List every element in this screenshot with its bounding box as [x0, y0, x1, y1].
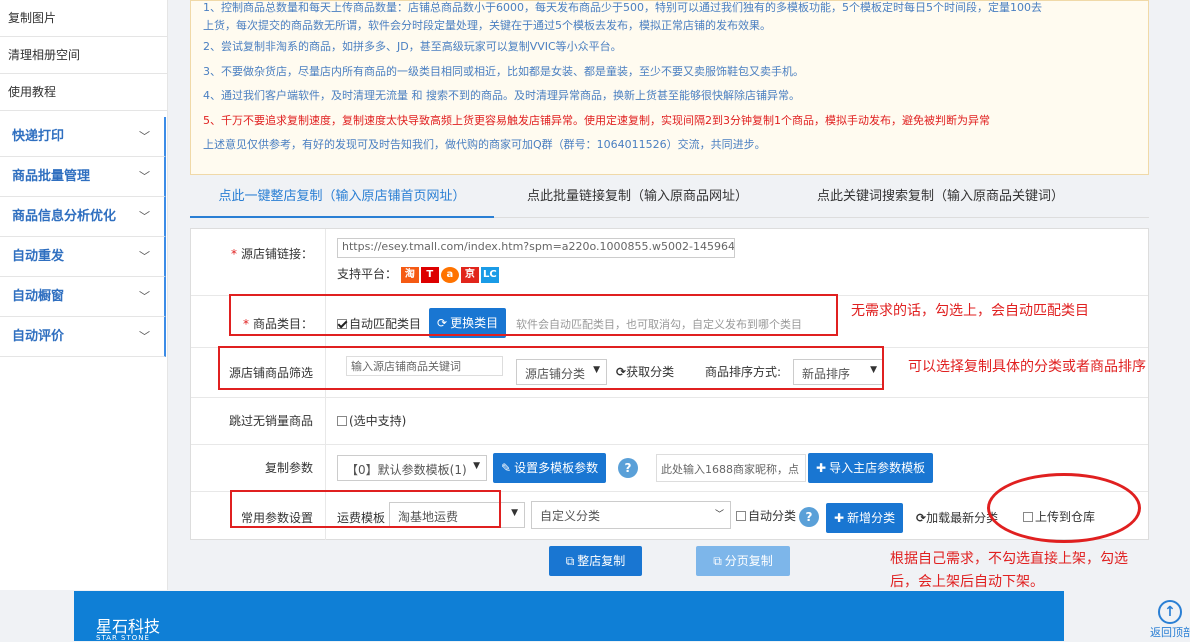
triangle-down-icon: ▼ [473, 461, 480, 471]
annotation-box-category [229, 294, 838, 336]
sidebar-item-tutorial[interactable]: 使用教程 [0, 74, 167, 111]
taobao-icon: 淘 [400, 266, 419, 283]
plus-icon: ✚ [834, 511, 845, 525]
annotation-text-warehouse-2: 后，会上架后自动下架。 [890, 574, 1044, 590]
notice-line: 2、尝试复制非淘系的商品，如拼多多、JD，甚至高级玩家可以复制VVIC等小众平台… [203, 40, 622, 53]
refresh-icon: ⟳ [916, 511, 927, 525]
notice-line: 3、不要做杂货店，尽量店内所有商品的一级类目相同或相近，比如都是女装、都是童装，… [203, 64, 804, 78]
page-copy-button[interactable]: ⧉ 分页复制 [696, 546, 790, 576]
checkbox-unchecked [736, 511, 746, 521]
add-category-button[interactable]: ✚ 新增分类 [826, 503, 904, 533]
sidebar-group-auto-repost[interactable]: 自动重发 ﹀ [0, 237, 166, 277]
alibaba-icon: a [440, 266, 459, 283]
skip-label: 跳过无销量商品 [191, 398, 326, 444]
sidebar-group-label: 自动橱窗 [12, 289, 65, 304]
auto-category-checkbox[interactable]: 自动分类 [736, 507, 796, 524]
store-link-row: * 源店铺链接： https://esey.tmall.com/index.htm… [191, 229, 1148, 296]
platforms-row: 支持平台： 淘 Ta 京 LC [337, 265, 501, 283]
copy-icon: ⧉ [565, 554, 575, 568]
triangle-down-icon: ▼ [511, 508, 518, 518]
store-link-label: * 源店铺链接： [191, 229, 326, 295]
notice-line: 上货，每次提交的商品数无所谓，软件会分时段定量处理，关键在于通过5个模板去发布，… [203, 19, 771, 32]
skip-checkbox[interactable]: (选中支持) [337, 412, 406, 429]
help-icon[interactable]: ? [799, 507, 819, 527]
notice-box: 1、控制商品总数量和每天上传商品数量：店铺总商品数小于6000，每天发布商品少于… [190, 0, 1149, 175]
tmall-icon: T [420, 266, 439, 283]
set-multi-template-button[interactable]: ✎ 设置多模板参数 [493, 453, 607, 483]
whole-store-copy-button[interactable]: ⧉ 整店复制 [549, 546, 642, 576]
tab-whole-store-copy[interactable]: 点此一键整店复制（输入原店铺首页网址） [190, 178, 494, 218]
sidebar-group-auto-review[interactable]: 自动评价 ﹀ [0, 317, 166, 357]
sidebar-item-copy-images[interactable]: 复制图片 [0, 0, 167, 37]
sidebar-group-info-optimize[interactable]: 商品信息分析优化 ﹀ [0, 197, 166, 237]
copy-icon: ⧉ [713, 554, 722, 568]
sidebar-item-clean-album[interactable]: 清理相册空间 [0, 37, 167, 74]
back-to-top-button[interactable]: ↑ 返回顶部 [1150, 598, 1190, 641]
store-link-input[interactable]: https://esey.tmall.com/index.htm?spm=a22… [337, 238, 735, 258]
custom-category-select[interactable]: 自定义分类 ﹀ [531, 501, 731, 529]
footer-bar: 星石科技 STAR STONE [74, 591, 1064, 642]
chevron-down-icon: ﹀ [714, 510, 724, 520]
chevron-down-icon: ﹀ [139, 290, 150, 303]
merchant-nickname-input[interactable]: 此处输入1688商家昵称，点 [656, 454, 806, 482]
sidebar-group-label: 商品信息分析优化 [12, 209, 117, 224]
sidebar-group-label: 快递打印 [12, 129, 65, 144]
plus-icon: ✚ [816, 461, 827, 475]
tab-keyword-search-copy[interactable]: 点此关键词搜索复制（输入原商品关键词） [817, 178, 1064, 218]
sidebar-group-auto-showcase[interactable]: 自动橱窗 ﹀ [0, 277, 166, 317]
copy-mode-tabs: 点此一键整店复制（输入原店铺首页网址） 点此批量链接复制（输入原商品网址） 点此… [190, 178, 1149, 218]
lc-icon: LC [480, 266, 499, 283]
annotation-ellipse-warehouse [987, 473, 1141, 543]
help-icon[interactable]: ? [618, 458, 638, 478]
import-template-button[interactable]: ✚ 导入主店参数模板 [808, 453, 934, 483]
annotation-text-category: 无需求的话，勾选上，会自动匹配类目 [851, 303, 1089, 319]
annotation-box-common [230, 490, 501, 528]
sidebar: 复制图片 清理相册空间 使用教程 快递打印 ﹀ 商品批量管理 ﹀ 商品信息分析优化 ﹀… [0, 0, 168, 590]
annotation-text-warehouse-1: 根据自己需求，不勾选直接上架，勾选 [890, 551, 1128, 567]
sidebar-group-express-print[interactable]: 快递打印 ﹀ [0, 117, 166, 157]
arrow-up-icon: ↑ [1158, 600, 1182, 624]
notice-line: 4、通过我们客户端软件，及时清理无流量 和 搜索不到的商品。及时清理异常商品，换… [203, 89, 800, 102]
chevron-down-icon: ﹀ [139, 210, 150, 223]
chevron-down-icon: ﹀ [139, 170, 150, 183]
copy-params-label: 复制参数 [191, 445, 326, 491]
annotation-text-filter: 可以选择复制具体的分类或者商品排序 [908, 359, 1146, 375]
notice-line: 1、控制商品总数量和每天上传商品数量：店铺总商品数小于6000，每天发布商品少于… [203, 1, 1042, 14]
skip-row: 跳过无销量商品 (选中支持) [191, 398, 1148, 445]
back-to-top-label: 返回顶部 [1150, 626, 1190, 639]
tab-batch-link-copy[interactable]: 点此批量链接复制（输入原商品网址） [527, 178, 748, 218]
wrench-icon: ✎ [501, 461, 512, 475]
param-template-select[interactable]: 【0】默认参数模板(1) ▼ [337, 455, 487, 481]
sidebar-group-label: 自动重发 [12, 249, 65, 264]
chevron-down-icon: ﹀ [139, 130, 150, 143]
checkbox-unchecked [337, 416, 347, 426]
annotation-box-filter [218, 346, 884, 390]
sidebar-group-batch-manage[interactable]: 商品批量管理 ﹀ [0, 157, 166, 197]
sidebar-group-label: 自动评价 [12, 329, 65, 344]
chevron-down-icon: ﹀ [139, 250, 150, 263]
sidebar-group-label: 商品批量管理 [12, 169, 91, 184]
notice-line-warning: 5、千万不要追求复制速度，复制速度太快导致高频上货更容易触发店铺异常。使用定速复… [203, 113, 990, 127]
notice-line: 上述意见仅供参考，有好的发现可及时告知我们，做代购的商家可加Q群（群号：1064… [203, 138, 766, 151]
chevron-down-icon: ﹀ [139, 330, 150, 343]
jd-icon: 京 [460, 266, 479, 283]
